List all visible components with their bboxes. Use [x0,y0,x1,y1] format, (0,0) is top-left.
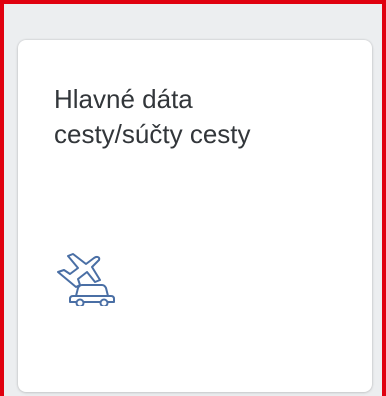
travel-plane-car-icon [54,242,118,306]
launchpad-tile-travel-master-data[interactable]: Hlavné dáta cesty/súčty cesty [18,40,372,392]
tile-title: Hlavné dáta cesty/súčty cesty [54,84,251,149]
highlight-frame: Hlavné dáta cesty/súčty cesty [0,0,386,396]
